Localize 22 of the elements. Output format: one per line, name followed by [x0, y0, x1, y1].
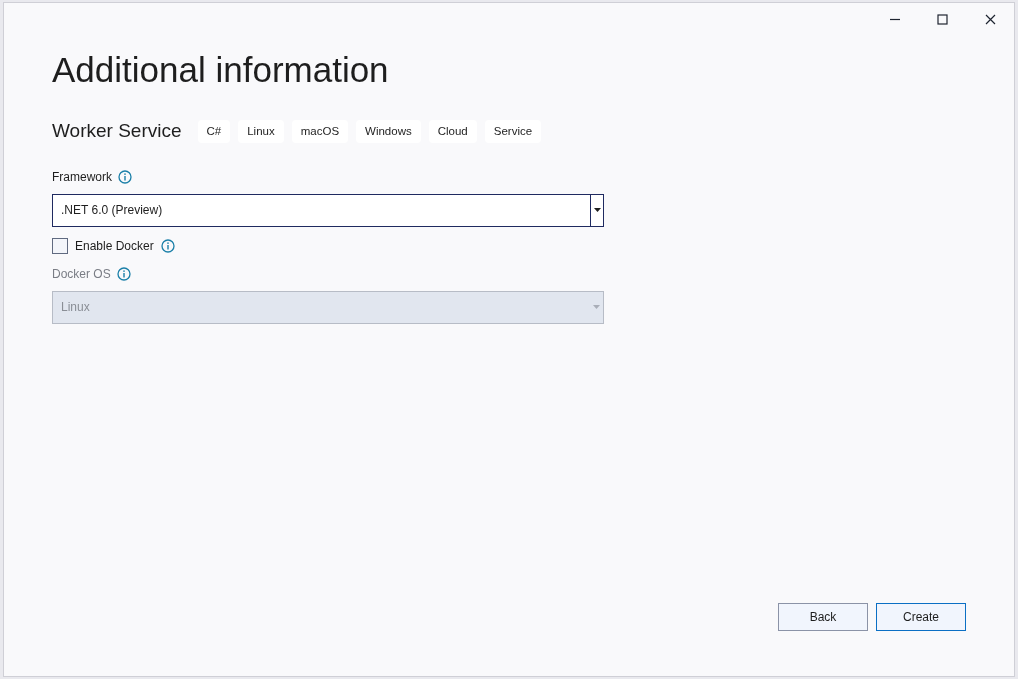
dialog-title: Additional information — [52, 49, 390, 91]
tag: Cloud — [428, 119, 477, 143]
info-icon[interactable] — [160, 238, 175, 253]
tag: C# — [197, 119, 231, 143]
info-icon[interactable] — [118, 169, 132, 184]
caret-icon — [593, 208, 601, 212]
field-label: Framework — [52, 168, 112, 186]
close-icon — [984, 13, 996, 25]
caret-icon — [593, 305, 600, 309]
dialog-button[interactable]: Back — [778, 603, 868, 631]
template-name: Worker Service — [52, 119, 182, 143]
tag: Windows — [356, 119, 421, 143]
info-icon[interactable] — [116, 266, 131, 281]
tag: macOS — [291, 119, 349, 143]
checkbox[interactable] — [52, 237, 68, 254]
tag: Linux — [238, 119, 284, 143]
tag: Service — [484, 119, 542, 143]
field-label: Docker OS — [52, 265, 111, 283]
checkbox-label: Enable Docker — [75, 237, 154, 255]
dialog-button[interactable]: Create — [876, 603, 966, 631]
dropdown-field[interactable]: .NET 6.0 (Preview) — [52, 193, 604, 227]
maximize-icon — [936, 13, 948, 25]
